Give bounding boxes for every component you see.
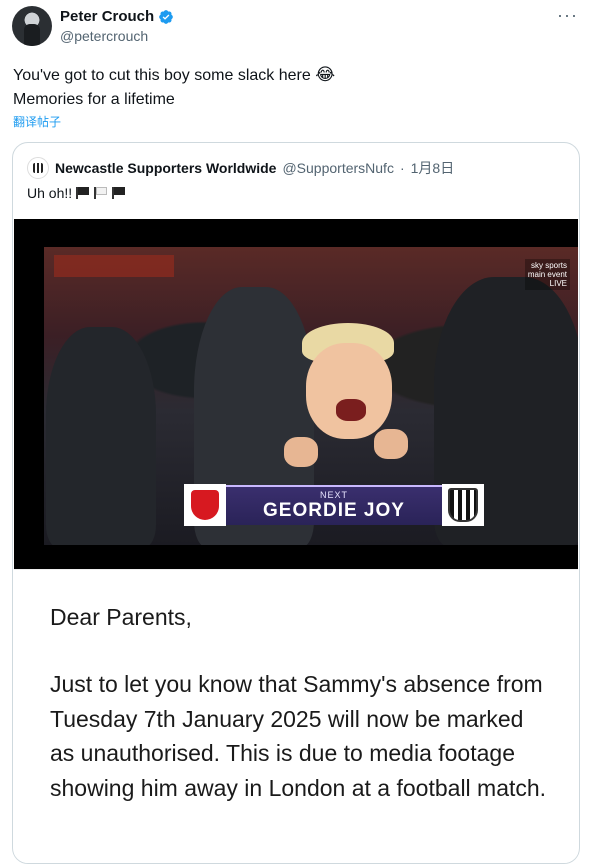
black-flag-icon bbox=[112, 187, 126, 199]
letter-greeting: Dear Parents, bbox=[50, 604, 192, 630]
author-name-row: Peter Crouch bbox=[60, 8, 174, 25]
quoted-tweet-card[interactable]: Newcastle Supporters Worldwide @Supporte… bbox=[12, 142, 580, 864]
quoted-author-avatar[interactable] bbox=[27, 157, 49, 179]
quoted-separator: · bbox=[399, 160, 405, 176]
quoted-media-photo[interactable]: sky sports main event LIVE NEXT GEORDIE … bbox=[14, 219, 578, 569]
author-avatar[interactable] bbox=[12, 6, 52, 46]
badge-line-1: sky sports bbox=[530, 261, 567, 270]
crowd-person bbox=[46, 327, 156, 545]
translate-post-link[interactable]: 翻译帖子 bbox=[13, 113, 61, 130]
author-name[interactable]: Peter Crouch bbox=[60, 8, 154, 25]
tweet-text: You've got to cut this boy some slack he… bbox=[13, 63, 335, 112]
boy-mouth bbox=[336, 399, 366, 421]
tweet-line-1-text: You've got to cut this boy some slack he… bbox=[13, 67, 311, 84]
tweet-line-2: Memories for a lifetime bbox=[13, 91, 175, 108]
quoted-author-name[interactable]: Newcastle Supporters Worldwide bbox=[55, 160, 276, 176]
stadium-banner bbox=[54, 255, 174, 277]
broadcast-lower-third: NEXT GEORDIE JOY bbox=[184, 484, 484, 526]
white-flag-icon bbox=[94, 187, 108, 199]
more-options-button[interactable]: ··· bbox=[557, 6, 578, 24]
author-handle[interactable]: @petercrouch bbox=[60, 28, 174, 44]
lower-third-title: GEORDIE JOY bbox=[263, 500, 405, 521]
laughing-emoji-icon: 😂 bbox=[315, 65, 336, 84]
sky-sports-badge: sky sports main event LIVE bbox=[524, 259, 570, 290]
badge-line-3: LIVE bbox=[549, 279, 567, 288]
lower-third-next: NEXT bbox=[319, 490, 348, 500]
quoted-text: Uh oh!! bbox=[27, 185, 73, 201]
tv-broadcast-image: sky sports main event LIVE NEXT GEORDIE … bbox=[44, 247, 578, 545]
newcastle-crest-icon bbox=[442, 484, 484, 526]
quoted-date[interactable]: 1月8日 bbox=[411, 158, 455, 178]
quoted-tweet-text: Uh oh!! bbox=[27, 185, 126, 201]
tweet-line-1: You've got to cut this boy some slack he… bbox=[13, 63, 335, 88]
arsenal-crest-icon bbox=[184, 484, 226, 526]
boy-fist bbox=[374, 429, 408, 459]
lower-third-caption: NEXT GEORDIE JOY bbox=[226, 485, 442, 525]
newcastle-crest-icon bbox=[33, 163, 43, 173]
letter-body: Just to let you know that Sammy's absenc… bbox=[50, 671, 547, 801]
quoted-author-handle[interactable]: @SupportersNufc bbox=[282, 160, 393, 176]
letter-image[interactable]: Dear Parents, Just to let you know that … bbox=[14, 569, 578, 863]
verified-badge-icon bbox=[159, 9, 174, 24]
boy-fist bbox=[284, 437, 318, 467]
badge-line-2: main event bbox=[527, 270, 567, 279]
quoted-tweet-header: Newcastle Supporters Worldwide @Supporte… bbox=[27, 157, 454, 179]
black-flag-icon bbox=[76, 187, 90, 199]
author-block: Peter Crouch @petercrouch bbox=[60, 8, 174, 44]
boy-face bbox=[306, 343, 392, 439]
